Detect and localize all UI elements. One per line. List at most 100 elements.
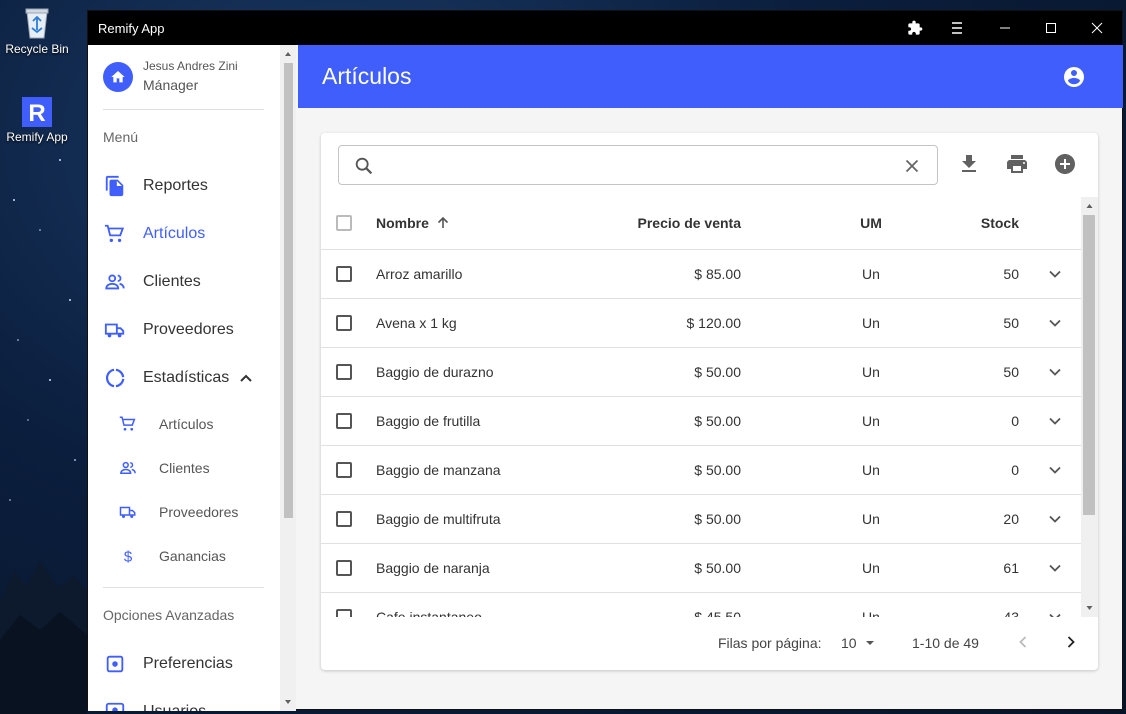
expand-row-button[interactable] <box>1048 593 1062 617</box>
row-checkbox[interactable] <box>336 364 352 380</box>
app-window: Remify App Jesus Andres Zini Mánager Men… <box>87 10 1123 711</box>
sidebar-subitem-proveedores[interactable]: Proveedores <box>118 502 238 522</box>
print-button[interactable] <box>1005 152 1029 181</box>
select-all-checkbox[interactable] <box>336 215 352 231</box>
sidebar-scrollbar[interactable] <box>280 45 296 711</box>
chevron-down-icon <box>1049 417 1061 425</box>
table-row[interactable]: Baggio de multifruta $ 50.00 Un 20 <box>321 495 1081 544</box>
minimize-button[interactable] <box>982 11 1028 45</box>
expand-row-button[interactable] <box>1048 348 1062 396</box>
maximize-button[interactable] <box>1028 11 1074 45</box>
cell-um: Un <box>862 266 880 282</box>
gear-icon <box>103 652 127 676</box>
cell-price: $ 120.00 <box>686 315 742 331</box>
search-input[interactable] <box>383 154 883 176</box>
close-icon <box>905 159 919 173</box>
cell-name: Cafe instantaneo <box>376 609 482 617</box>
table-row[interactable]: Baggio de naranja $ 50.00 Un 61 <box>321 544 1081 593</box>
table-scroll-thumb[interactable] <box>1083 215 1095 515</box>
row-checkbox[interactable] <box>336 315 352 331</box>
expand-row-button[interactable] <box>1048 544 1062 592</box>
cell-um: Un <box>862 511 880 527</box>
sidebar-subitem-label: Ganancias <box>159 548 226 564</box>
expand-row-button[interactable] <box>1048 250 1062 298</box>
cell-um: Un <box>862 560 880 576</box>
table-row[interactable]: Baggio de durazno $ 50.00 Un 50 <box>321 348 1081 397</box>
page-range: 1-10 de 49 <box>912 635 979 651</box>
table-row[interactable]: Cafe instantaneo $ 45.50 Un 43 <box>321 593 1081 617</box>
cell-price: $ 50.00 <box>694 413 741 429</box>
sidebar-item-usuarios[interactable]: Usuarios <box>103 700 206 711</box>
table-row[interactable]: Arroz amarillo $ 85.00 Un 50 <box>321 250 1081 299</box>
sidebar-item-estadisticas[interactable]: Estadísticas <box>103 366 253 390</box>
divider <box>103 587 264 588</box>
row-checkbox[interactable] <box>336 560 352 576</box>
rows-per-page-label: Filas por página: <box>718 635 822 651</box>
close-button[interactable] <box>1074 11 1120 45</box>
column-header-price[interactable]: Precio de venta <box>601 197 742 249</box>
sidebar-item-label: Clientes <box>143 273 201 290</box>
rows-per-page-select[interactable]: 10 <box>841 635 877 651</box>
desktop-icon-remify-app[interactable]: R Remify App <box>0 96 74 144</box>
cell-stock: 43 <box>1003 609 1019 617</box>
sidebar-subitem-ganancias[interactable]: $ Ganancias <box>118 546 226 566</box>
download-button[interactable] <box>957 152 981 181</box>
table-scrollbar[interactable] <box>1081 197 1098 617</box>
sidebar-item-articulos[interactable]: Artículos <box>103 222 205 246</box>
row-checkbox[interactable] <box>336 511 352 527</box>
row-checkbox[interactable] <box>336 413 352 429</box>
expand-row-button[interactable] <box>1048 446 1062 494</box>
articles-table-card: Nombre Precio de venta UM Stock Arroz am… <box>321 133 1098 670</box>
sidebar-subitem-clientes[interactable]: Clientes <box>118 458 210 478</box>
sidebar-item-reportes[interactable]: Reportes <box>103 174 208 198</box>
cell-price: $ 85.00 <box>694 266 741 282</box>
sidebar-item-label: Estadísticas <box>143 369 230 386</box>
desktop-icon-recycle-bin[interactable]: Recycle Bin <box>0 6 74 56</box>
cell-um: Un <box>862 315 880 331</box>
column-header-name[interactable]: Nombre <box>376 197 451 249</box>
menu-button[interactable] <box>942 11 972 45</box>
sidebar-item-label: Proveedores <box>143 321 234 338</box>
user-profile[interactable]: Jesus Andres Zini Mánager <box>103 59 264 109</box>
cell-name: Arroz amarillo <box>376 266 463 282</box>
row-checkbox[interactable] <box>336 266 352 282</box>
row-checkbox[interactable] <box>336 462 352 478</box>
dropdown-arrow-icon <box>865 641 874 645</box>
column-header-um[interactable]: UM <box>836 197 906 249</box>
search-field[interactable] <box>338 145 938 185</box>
cell-um: Un <box>862 609 880 617</box>
expand-row-button[interactable] <box>1048 495 1062 543</box>
print-icon <box>1007 155 1027 173</box>
cell-stock: 0 <box>1011 413 1019 429</box>
row-checkbox[interactable] <box>336 609 352 617</box>
sidebar-item-clientes[interactable]: Clientes <box>103 270 201 294</box>
add-article-button[interactable] <box>1053 152 1077 181</box>
table-row[interactable]: Baggio de frutilla $ 50.00 Un 0 <box>321 397 1081 446</box>
svg-text:R: R <box>28 100 45 127</box>
sidebar-item-label: Preferencias <box>143 655 233 672</box>
sidebar-subitem-label: Artículos <box>159 416 214 432</box>
clear-search-button[interactable] <box>901 155 923 182</box>
sidebar-subitem-articulos[interactable]: Artículos <box>118 414 213 434</box>
sidebar-item-preferencias[interactable]: Preferencias <box>103 652 233 676</box>
previous-page-button[interactable] <box>1016 635 1030 649</box>
chevron-left-icon <box>1019 636 1027 648</box>
expand-row-button[interactable] <box>1048 397 1062 445</box>
people-icon <box>118 458 138 478</box>
next-page-button[interactable] <box>1064 635 1078 649</box>
truck-icon <box>103 318 127 342</box>
expand-row-button[interactable] <box>1048 299 1062 347</box>
sidebar-scroll-thumb[interactable] <box>284 63 293 518</box>
cell-um: Un <box>862 462 880 478</box>
cell-name: Baggio de multifruta <box>376 511 501 527</box>
sidebar-item-proveedores[interactable]: Proveedores <box>103 318 234 342</box>
column-header-stock[interactable]: Stock <box>941 197 1019 249</box>
table-row[interactable]: Avena x 1 kg $ 120.00 Un 50 <box>321 299 1081 348</box>
table-row[interactable]: Baggio de manzana $ 50.00 Un 0 <box>321 446 1081 495</box>
account-circle-icon <box>1064 67 1084 87</box>
cell-stock: 50 <box>1003 266 1019 282</box>
account-button[interactable] <box>1062 65 1086 94</box>
sidebar: Jesus Andres Zini Mánager Menú Reportes … <box>88 45 296 711</box>
extensions-button[interactable] <box>900 11 930 45</box>
cell-name: Avena x 1 kg <box>376 315 457 331</box>
